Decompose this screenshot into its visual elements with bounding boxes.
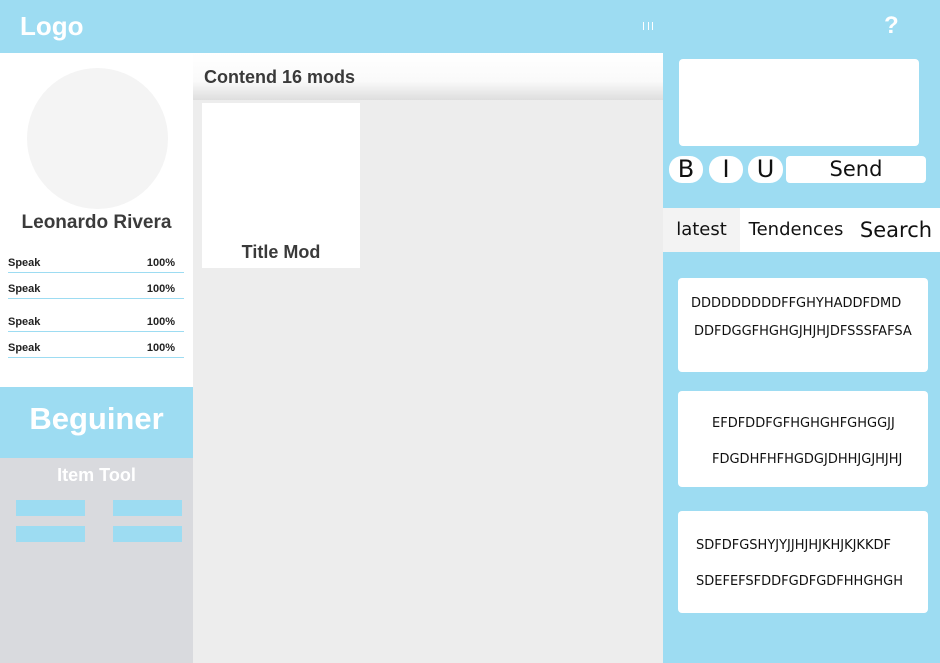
tool-slot[interactable] bbox=[113, 526, 182, 542]
stat-label: Speak bbox=[8, 316, 41, 328]
top-bar: Logo bbox=[0, 0, 663, 53]
message-input[interactable] bbox=[679, 59, 919, 146]
help-icon[interactable]: ? bbox=[884, 12, 899, 40]
menu-icon[interactable] bbox=[643, 22, 653, 31]
post-line: DDDDDDDDDFFGHYHADDFDMD bbox=[691, 296, 902, 311]
send-button[interactable]: Send bbox=[786, 156, 926, 183]
tab-search[interactable]: Search bbox=[852, 208, 940, 252]
stat-value: 100% bbox=[146, 316, 175, 328]
mod-card[interactable]: Title Mod bbox=[202, 103, 360, 268]
post-line: FDGDHFHFHGDGJDHHJGJHJHJ bbox=[712, 452, 903, 467]
avatar[interactable] bbox=[27, 68, 168, 209]
item-tool-panel: Item Tool bbox=[0, 458, 193, 663]
stat-value: 100% bbox=[146, 257, 175, 269]
stat-row: Speak 100% bbox=[8, 256, 184, 273]
level-banner: Beguiner bbox=[0, 387, 193, 458]
tool-slot[interactable] bbox=[113, 500, 182, 516]
user-name: Leonardo Rivera bbox=[21, 212, 172, 233]
logo[interactable]: Logo bbox=[20, 11, 84, 42]
underline-button[interactable]: U bbox=[748, 156, 783, 183]
mod-title: Title Mod bbox=[241, 242, 321, 262]
stat-value: 100% bbox=[146, 283, 175, 295]
level-label: Beguiner bbox=[29, 401, 164, 436]
chat-panel: ? B I U Send latest Tendences Search DDD… bbox=[663, 0, 940, 663]
tab-latest[interactable]: latest bbox=[663, 208, 740, 252]
italic-button[interactable]: I bbox=[709, 156, 743, 183]
stat-value: 100% bbox=[146, 342, 175, 354]
feed-tabs: latest Tendences Search bbox=[663, 208, 940, 252]
bold-button[interactable]: B bbox=[669, 156, 703, 183]
tab-trends[interactable]: Tendences bbox=[740, 208, 852, 252]
post-line: DDFDGGFHGHGJHJHJDFSSSFAFSA bbox=[694, 324, 912, 339]
stat-row: Speak 100% bbox=[8, 315, 184, 332]
post-line: EFDFDDFGFHGHGHFGHGGJJ bbox=[712, 416, 895, 431]
stat-label: Speak bbox=[8, 257, 41, 269]
post-card[interactable]: EFDFDDFGFHGHGHFGHGGJJ FDGDHFHFHGDGJDHHJG… bbox=[678, 391, 928, 487]
post-card[interactable]: SDFDFGSHYJYJJHJHJKHJKJKKDF SDEFEFSFDDFGD… bbox=[678, 511, 928, 613]
post-line: SDEFEFSFDDFGDFGDFHHGHGH bbox=[696, 574, 904, 589]
mods-content: Contend 16 mods Title Mod bbox=[193, 53, 663, 663]
content-header: Contend 16 mods bbox=[193, 53, 663, 100]
profile-sidebar: Leonardo Rivera Speak 100% Speak 100% Sp… bbox=[0, 53, 193, 663]
content-title: Contend 16 mods bbox=[204, 67, 356, 87]
tool-slot[interactable] bbox=[16, 500, 85, 516]
post-card[interactable]: DDDDDDDDDFFGHYHADDFDMD DDFDGGFHGHGJHJHJD… bbox=[678, 278, 928, 372]
item-tool-title: Item Tool bbox=[57, 465, 136, 485]
stat-label: Speak bbox=[8, 342, 41, 354]
tool-slot[interactable] bbox=[16, 526, 85, 542]
stat-label: Speak bbox=[8, 283, 41, 295]
stat-row: Speak 100% bbox=[8, 282, 184, 299]
stat-row: Speak 100% bbox=[8, 341, 184, 358]
post-line: SDFDFGSHYJYJJHJHJKHJKJKKDF bbox=[696, 538, 891, 553]
